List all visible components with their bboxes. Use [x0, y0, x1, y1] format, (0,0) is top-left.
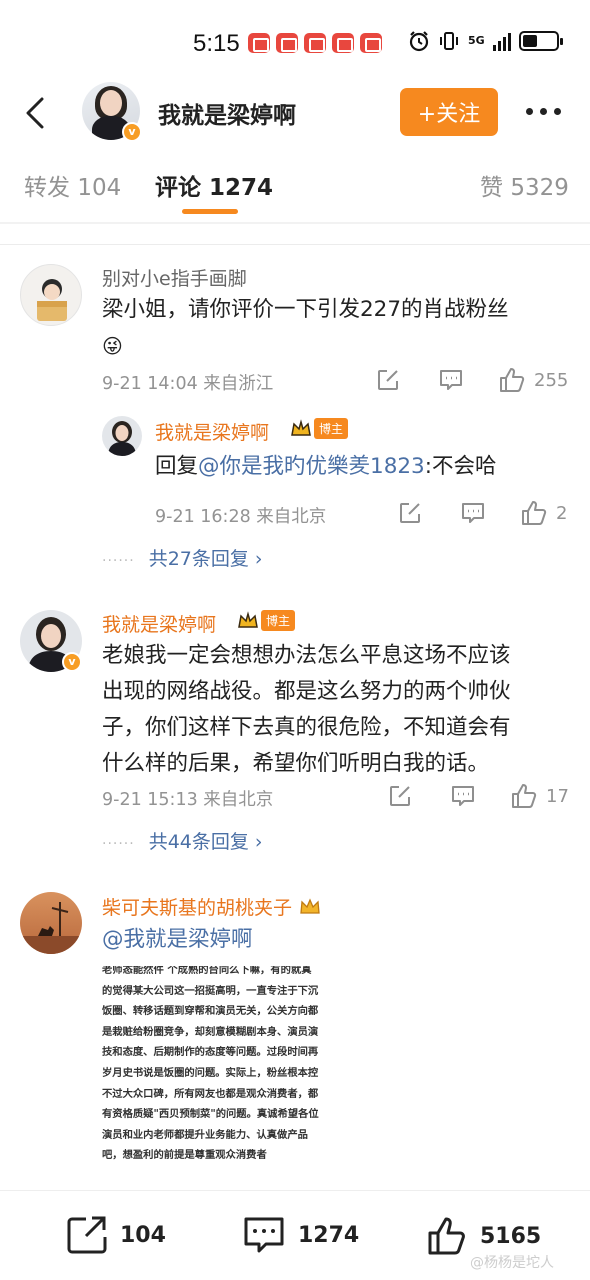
repost-count: 104: [120, 1222, 166, 1248]
notification-icon: [304, 33, 326, 53]
notification-icons: [248, 33, 382, 53]
crown-icon: [238, 610, 258, 628]
comment-icon: [244, 1217, 284, 1253]
avatar[interactable]: [102, 416, 142, 456]
signal-icon: [492, 31, 511, 51]
like-button[interactable]: 255: [498, 366, 568, 394]
tab-likes[interactable]: 赞 5329: [480, 168, 569, 202]
notification-icon: [248, 33, 270, 53]
comment-icon: [462, 503, 484, 523]
watermark: @杨杨是坨人: [470, 1255, 554, 1271]
like-count: 255: [534, 369, 569, 391]
comment-meta: 9-21 15:13 来自北京: [102, 790, 274, 810]
reply-button[interactable]: [460, 501, 486, 525]
attached-image[interactable]: 老师态能然件 个成熟的台同么下嘛，有的就真 的觉得某大公司这一招挺高明，一直专注…: [102, 966, 372, 1164]
blogger-badge: 博主: [237, 610, 296, 631]
comment-meta: 9-21 14:04 来自浙江: [102, 374, 274, 394]
reply-button[interactable]: [438, 368, 464, 392]
share-icon: [390, 786, 410, 806]
thumbs-up-icon: [500, 368, 525, 392]
reply-text: 回复@你是我旳优樂羑1823:不会哈: [155, 454, 497, 479]
like-count: 5165: [480, 1223, 542, 1249]
divider: [0, 244, 590, 245]
mention-link[interactable]: @我就是梁婷啊: [102, 927, 253, 952]
comment-text: 老娘我一定会想想办法怎么平息这场不应该 出现的网络战役。都是这么努力的两个帅伙 …: [102, 643, 511, 776]
mention-link[interactable]: @你是我旳优樂羑1823: [198, 454, 425, 479]
reply-username[interactable]: 我就是梁婷啊: [155, 418, 269, 445]
back-arrow-icon[interactable]: [20, 96, 50, 130]
thumbs-up-icon: [512, 784, 537, 808]
divider: [0, 222, 590, 224]
comment-button[interactable]: 1274: [242, 1215, 359, 1255]
repost-button[interactable]: 104: [66, 1215, 166, 1255]
verified-icon: v: [122, 122, 142, 142]
repost-button[interactable]: [388, 784, 412, 808]
blogger-badge: 博主: [290, 418, 349, 439]
reply-button[interactable]: [450, 784, 476, 808]
comment-username[interactable]: 我就是梁婷啊: [102, 610, 216, 637]
avatar[interactable]: [20, 264, 82, 326]
comment-text: @我就是梁婷啊: [102, 922, 253, 958]
status-bar: 5:15 5G: [0, 0, 590, 80]
network-type: 5G: [468, 34, 485, 47]
comment-count: 1274: [298, 1222, 360, 1248]
notification-icon: [276, 33, 298, 53]
view-replies-link[interactable]: ······ 共44条回复 ›: [102, 827, 263, 854]
like-count: 17: [546, 785, 569, 807]
thumbs-up-icon: [428, 1217, 465, 1255]
comment-username[interactable]: 柴可夫斯基的胡桃夹子: [102, 893, 322, 920]
thumbs-up-icon: [522, 501, 547, 525]
verified-icon: v: [62, 652, 82, 672]
emoji-icon: 😜: [102, 334, 123, 358]
repost-button[interactable]: [376, 368, 400, 392]
like-button[interactable]: 5165: [426, 1215, 541, 1257]
comment-icon: [440, 370, 462, 390]
tab-reposts[interactable]: 转发 104: [24, 168, 121, 202]
share-icon: [378, 370, 398, 390]
comment-username[interactable]: 别对小e指手画脚: [102, 264, 247, 291]
alarm-icon: [409, 31, 429, 52]
page-title: 我就是梁婷啊: [158, 103, 296, 129]
tab-comments[interactable]: 评论 1274: [155, 168, 273, 202]
status-indicators: 5G: [408, 30, 563, 52]
more-options-icon[interactable]: [526, 108, 561, 115]
reply-meta: 9-21 16:28 来自北京: [155, 507, 327, 527]
active-tab-indicator: [182, 209, 238, 214]
profile-header: v 我就是梁婷啊 +关注: [0, 82, 590, 144]
like-count: 2: [556, 502, 568, 524]
vibrate-icon: [440, 32, 458, 50]
like-button[interactable]: 2: [520, 499, 567, 527]
avatar[interactable]: [20, 892, 82, 954]
comment-text: 梁小姐，请你评价一下引发227的肖战粉丝 😜: [102, 297, 509, 358]
notification-icon: [360, 33, 382, 53]
repost-button[interactable]: [398, 501, 422, 525]
battery-icon: [518, 31, 563, 51]
share-icon: [400, 503, 420, 523]
crown-icon: [291, 418, 311, 436]
comment-icon: [452, 786, 474, 806]
follow-button[interactable]: +关注: [400, 88, 498, 136]
tab-bar: 转发 104 评论 1274 赞 5329: [0, 160, 590, 220]
view-replies-link[interactable]: ······ 共27条回复 ›: [102, 544, 263, 571]
share-icon: [67, 1216, 107, 1254]
like-button[interactable]: 17: [510, 782, 569, 810]
status-time: 5:15: [193, 30, 240, 57]
crown-icon: [300, 898, 320, 914]
notification-icon: [332, 33, 354, 53]
